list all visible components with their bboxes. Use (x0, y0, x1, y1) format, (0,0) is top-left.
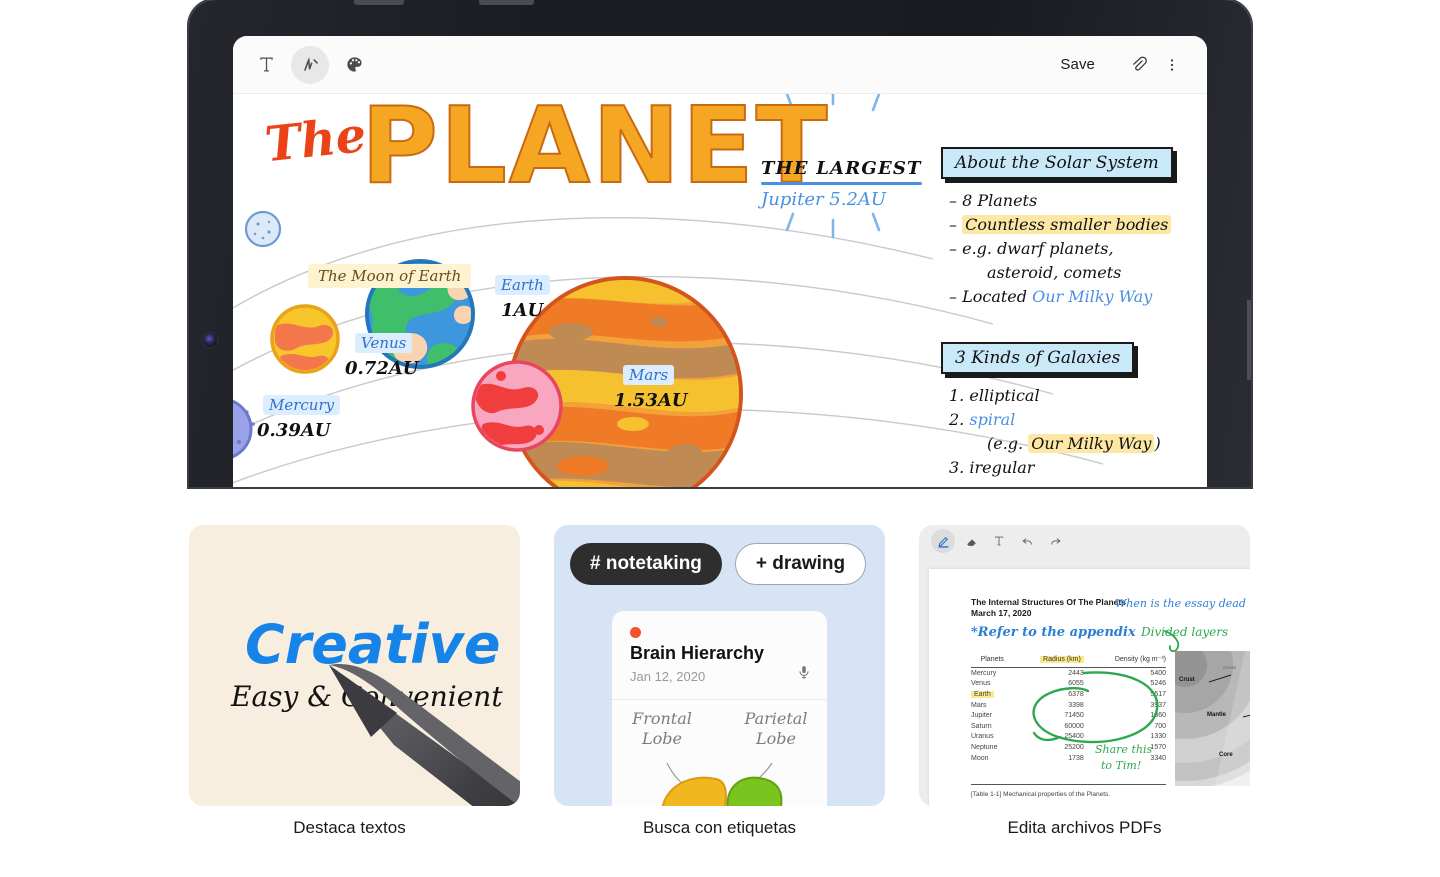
planet-structure-diagram: Structure Crust Mantle Core Ocean (1175, 651, 1250, 786)
galaxies-list: 1. elliptical 2. spiral (e.g. Our Milky … (949, 384, 1161, 480)
table-bottom-rule (971, 784, 1166, 785)
note-title-script: The (262, 106, 369, 174)
moon-label: The Moon of Earth (308, 264, 472, 288)
chip-notetaking[interactable]: # notetaking (570, 543, 722, 585)
galaxies-heading: 3 Kinds of Galaxies (955, 348, 1121, 368)
label-earth: Earth (495, 275, 550, 295)
tag-chip-row: # notetaking + drawing (570, 543, 867, 585)
largest-subtitle: Jupiter 5.2AU (761, 189, 887, 210)
pdf-toolbar (919, 525, 1250, 557)
palette-tool-button[interactable] (335, 46, 373, 84)
pdf-eraser-tool-button[interactable] (959, 529, 983, 553)
undo-icon[interactable] (1015, 529, 1039, 553)
list-item: – 8 Planets (949, 191, 1038, 210)
label-ocean: Ocean (1223, 665, 1237, 670)
distance-mercury: 0.39AU (257, 420, 331, 441)
stylus-pen (329, 664, 520, 806)
microphone-icon[interactable] (797, 665, 811, 684)
planet-moon (244, 210, 282, 248)
distance-venus: 0.72AU (345, 358, 419, 379)
list-item: – e.g. dwarf planets, (949, 239, 1114, 258)
galaxies-box: 3 Kinds of Galaxies (941, 342, 1135, 374)
list-item: asteroid, comets (987, 263, 1122, 282)
pdf-page[interactable]: The Internal Structures Of The Planets Ma… (929, 569, 1250, 806)
list-item: 3. iregular (949, 458, 1035, 477)
card-search-tags[interactable]: # notetaking + drawing Brain Hierarchy J… (554, 525, 885, 806)
front-camera (203, 333, 217, 347)
feature-cards: Creative Easy & Convenient # notetaking … (0, 525, 1440, 810)
caption-search-tags: Busca con etiquetas (642, 818, 797, 837)
table-caption: [Table 1-1] Mechanical properties of the… (971, 791, 1111, 798)
text-tool-button[interactable] (247, 46, 285, 84)
list-item: (e.g. Our Milky Way) (987, 434, 1161, 453)
label-core: Core (1219, 752, 1233, 758)
label-mercury: Mercury (263, 395, 341, 415)
about-solar-system-heading: About the Solar System (955, 153, 1159, 173)
note-title-main: PLANET (360, 85, 830, 207)
label-crust: Crust (1179, 677, 1195, 683)
label-mars: Mars (623, 365, 675, 385)
tablet-screen: Save The PLANET The Moon of Earth THE LA… (233, 36, 1207, 487)
pdf-annotation-essay: When is the essay dead (1115, 597, 1246, 610)
list-item: 1. elliptical (949, 386, 1040, 405)
pen-tool-button[interactable] (291, 45, 329, 84)
note-preview-card[interactable]: Brain Hierarchy Jan 12, 2020 Frontal Lobe… (612, 611, 827, 806)
note-color-dot (630, 627, 641, 638)
pdf-doc-heading: The Internal Structures Of The Planets Ma… (971, 597, 1126, 619)
tablet-device: Save The PLANET The Moon of Earth THE LA… (189, 0, 1251, 487)
planet-mars (471, 360, 563, 452)
pdf-pen-tool-button[interactable] (931, 529, 955, 553)
distance-earth: 1AU (501, 300, 544, 321)
note-preview-title: Brain Hierarchy (630, 643, 765, 663)
note-canvas[interactable]: The PLANET The Moon of Earth THE LARGEST… (233, 85, 1207, 487)
card-edit-pdf[interactable]: The Internal Structures Of The Planets Ma… (919, 525, 1250, 806)
label-mantle: Mantle (1207, 712, 1227, 718)
planet-venus (270, 304, 340, 374)
more-vertical-icon[interactable] (1159, 52, 1185, 78)
card-highlight-text[interactable]: Creative Easy & Convenient (189, 525, 520, 806)
largest-heading: THE LARGEST (761, 158, 922, 179)
list-item: 2. spiral (949, 410, 1016, 429)
list-item: – Located Our Milky Way (949, 287, 1153, 306)
note-preview-divider (612, 699, 827, 700)
promo-page: Save The PLANET The Moon of Earth THE LA… (0, 0, 1440, 877)
pdf-circle-annotation (1032, 671, 1159, 744)
paperclip-icon[interactable] (1125, 52, 1151, 78)
save-button[interactable]: Save (1060, 56, 1095, 73)
planet-mercury (233, 399, 253, 459)
tablet-button-right (1247, 300, 1251, 380)
largest-callout: THE LARGEST Jupiter 5.2AU (761, 158, 922, 210)
chip-drawing[interactable]: + drawing (734, 543, 867, 585)
redo-icon[interactable] (1043, 529, 1067, 553)
distance-mars: 1.53AU (614, 390, 688, 411)
col-planets: Planets (971, 653, 1014, 668)
pdf-text-tool-button[interactable] (987, 529, 1011, 553)
largest-underline (761, 182, 922, 185)
about-solar-system-box: About the Solar System (941, 147, 1173, 179)
caption-edit-pdf: Edita archivos PDFs (1007, 818, 1162, 837)
tablet-button-top-right (479, 0, 534, 5)
caption-highlight-text: Destaca textos (293, 818, 406, 837)
tablet-button-top-left (354, 0, 404, 5)
label-venus: Venus (355, 333, 413, 353)
about-solar-system-list: – 8 Planets – Countless smaller bodies –… (949, 189, 1172, 309)
note-preview-date: Jan 12, 2020 (630, 669, 706, 684)
brain-diagram (661, 762, 783, 806)
pdf-annotation-appendix: *Refer to the appendix (971, 625, 1136, 640)
list-item: – Countless smaller bodies (949, 213, 1172, 237)
